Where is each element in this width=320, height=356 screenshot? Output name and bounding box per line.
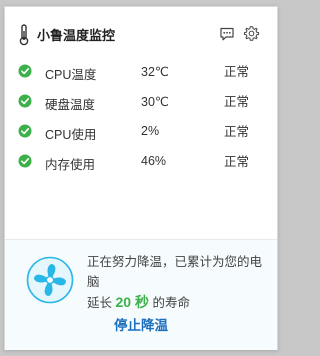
metric-label: 内存使用: [45, 158, 96, 172]
thermometer-icon: [19, 24, 29, 46]
metric-row-memory-usage: 内存使用 46% 正常: [5, 151, 277, 173]
metric-value: 46%: [141, 154, 167, 168]
gear-icon[interactable]: [243, 25, 260, 42]
cooling-message: 正在努力降温，已累计为您的电脑 延长 20 秒 的寿命: [87, 252, 273, 313]
panel-header: 小鲁温度监控: [5, 7, 277, 51]
cooling-section: 正在努力降温，已累计为您的电脑 延长 20 秒 的寿命 停止降温: [5, 240, 277, 350]
metric-status: 正常: [224, 155, 250, 169]
app-title: 小鲁温度监控: [37, 28, 116, 43]
metric-value: 32℃: [141, 65, 169, 79]
metric-row-cpu-usage: CPU使用 2% 正常: [5, 121, 277, 143]
cooling-prefix: 延长: [87, 296, 113, 310]
metric-value: 30℃: [141, 95, 169, 109]
check-circle-icon: [18, 154, 32, 168]
metric-label: CPU使用: [45, 128, 97, 142]
check-circle-icon: [18, 124, 32, 138]
metric-row-cpu-temp: CPU温度 32℃ 正常: [5, 61, 277, 83]
cooling-message-line2: 延长 20 秒 的寿命: [87, 292, 273, 313]
cooling-seconds: 20 秒: [115, 294, 149, 310]
metric-label: CPU温度: [45, 68, 97, 82]
metric-value: 2%: [141, 124, 160, 138]
cooling-suffix: 的寿命: [152, 296, 190, 310]
metric-status: 正常: [224, 95, 250, 109]
metric-row-disk-temp: 硬盘温度 30℃ 正常: [5, 91, 277, 113]
metric-label: 硬盘温度: [45, 98, 96, 112]
monitor-panel: 小鲁温度监控 CPU温度 32℃ 正常 硬盘温度 30℃ 正常 CPU使用 2%…: [4, 6, 278, 350]
check-circle-icon: [18, 64, 32, 78]
metric-status: 正常: [224, 65, 250, 79]
check-circle-icon: [18, 94, 32, 108]
fan-icon: [26, 256, 74, 304]
message-icon[interactable]: [219, 26, 235, 42]
cooling-message-line1: 正在努力降温，已累计为您的电脑: [87, 255, 263, 289]
metric-status: 正常: [224, 125, 250, 139]
stop-cooling-button[interactable]: 停止降温: [5, 314, 277, 334]
